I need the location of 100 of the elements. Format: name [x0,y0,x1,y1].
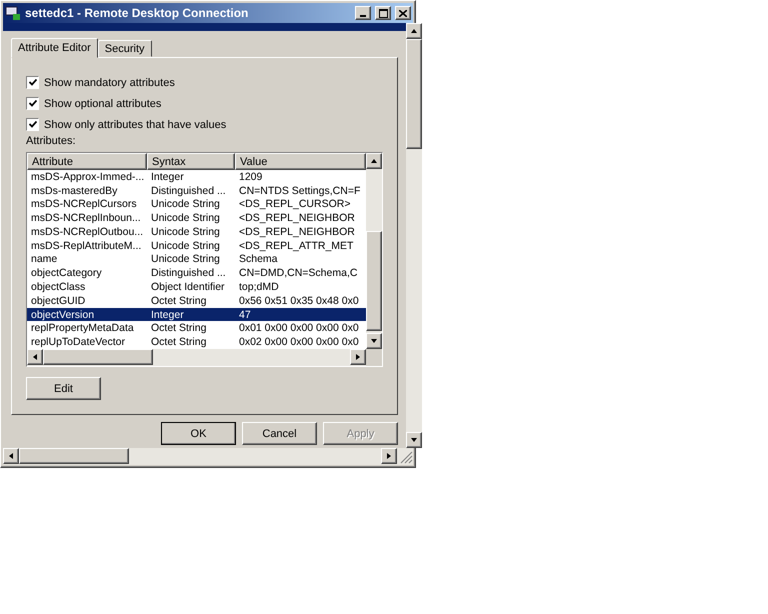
table-cell-text: replUpToDateVector [30,336,126,348]
table-cell-text: 0x02 0x00 0x00 0x00 0x0 [238,336,360,348]
table-cell-text: Octet String [150,336,208,348]
table-cell-text: Octet String [150,322,208,334]
scroll-down-button[interactable] [406,432,422,448]
table-cell-text: msDS-NCReplOutbou... [30,226,144,238]
scroll-left-button[interactable] [27,349,43,365]
remote-desktop-icon [5,5,21,21]
list-row[interactable]: objectVersion Integer 47 [27,308,366,322]
table-cell-text: Integer [150,170,185,183]
table-cell-text: Schema [238,253,279,266]
table-cell-text: name [30,253,58,266]
table-cell-text: CN=NTDS Settings,CN=F [238,184,362,197]
list-row[interactable]: msDS-NCReplOutbou... Unicode String <DS_REPL_NEIGHBOR [27,225,366,239]
list-row[interactable]: replPropertyMetaData Octet String 0x01 0x00 0x00 0x00 0x0 [27,321,366,336]
triangle-up-icon [410,27,418,35]
checkbox[interactable] [26,118,39,131]
table-cell-text: <DS_REPL_NEIGHBOR [238,226,356,238]
triangle-up-icon [370,157,378,165]
table-cell-text: objectGUID [30,294,86,307]
dialog-button[interactable]: Cancel [242,422,317,445]
checkbox-label: Show only attributes that have values [44,118,226,130]
horizontal-scrollbar[interactable] [3,448,413,465]
scrollbar-corner [366,349,382,366]
table-cell-text: Unicode String [150,253,221,266]
scroll-up-button[interactable] [366,153,382,169]
table-cell-text: Octet String [150,294,208,307]
column-header[interactable]: Attribute [27,153,147,170]
scroll-thumb[interactable] [366,231,382,331]
table-cell-text: msDS-Approx-Immed-... [30,170,146,183]
tab[interactable]: Security [98,40,152,57]
table-cell-text: <DS_REPL_CURSOR> [238,198,352,210]
list-row[interactable]: objectClass Object Identifier top;dMD [27,280,366,294]
list-row[interactable]: objectGUID Octet String 0x56 0x51 0x35 0x48 0x0 [27,294,366,308]
table-cell-text: 1209 [238,170,264,183]
maximize-icon [378,8,388,18]
attributes-label: Attributes: [26,135,77,147]
column-header[interactable]: Value [235,153,366,170]
checkmark-icon [28,100,36,107]
vertical-scrollbar[interactable] [406,23,422,448]
table-cell-text: Unicode String [150,226,221,238]
column-header[interactable]: Syntax [147,153,235,170]
list-row[interactable]: msDS-NCReplInboun... Unicode String <DS_REPL_NEIGHBOR [27,211,366,226]
table-cell-text: CN=DMD,CN=Schema,C [238,267,358,280]
table-cell-text: msDs-masteredBy [30,184,118,197]
checkmark-icon [28,79,36,86]
checkbox-label: Show optional attributes [44,98,162,110]
checkbox[interactable] [26,97,39,110]
list-row[interactable]: name Unicode String Schema [27,252,366,266]
table-cell-text: Distinguished ... [150,267,227,280]
scroll-thumb[interactable] [43,349,153,365]
table-cell-text: objectCategory [30,267,103,280]
scroll-thumb[interactable] [19,448,129,464]
triangle-left-icon [31,353,39,361]
scroll-down-button[interactable] [366,333,382,349]
triangle-right-icon [385,452,393,460]
triangle-right-icon [354,353,362,361]
minimize-button[interactable] [355,6,371,20]
table-cell-text: Object Identifier [150,281,226,293]
list-row[interactable]: msDs-masteredBy Distinguished ... CN=NTDS Settings,CN=F [27,184,366,198]
table-cell-text: msDS-ReplAttributeM... [30,240,142,252]
checkbox[interactable] [26,76,39,89]
scroll-right-button[interactable] [350,349,366,365]
table-cell-text: objectVersion [30,308,96,321]
table-cell-text: <DS_REPL_NEIGHBOR [238,212,356,224]
scroll-up-button[interactable] [406,23,422,39]
table-cell-text: Distinguished ... [150,184,227,197]
close-icon [399,10,407,16]
dialog-button[interactable]: OK [161,422,236,445]
table-cell-text: Unicode String [150,212,221,224]
scroll-right-button[interactable] [381,448,397,464]
checkmark-icon [28,121,36,128]
table-cell-text: Unicode String [150,198,221,210]
triangle-down-icon [370,337,378,345]
list-row[interactable]: msDS-ReplAttributeM... Unicode String <DS_REPL_ATTR_MET [27,238,366,253]
table-cell-text: 0x01 0x00 0x00 0x00 0x0 [238,322,360,334]
table-cell-text: 47 [238,308,252,321]
horizontal-scrollbar[interactable] [27,349,382,366]
list-row[interactable]: replUpToDateVector Octet String 0x02 0x00 0x00 0x00 0x0 [27,335,366,349]
list-row[interactable]: objectCategory Distinguished ... CN=DMD,CN=Schema,C [27,266,366,280]
scroll-thumb[interactable] [406,39,422,149]
list-row[interactable]: msDS-Approx-Immed-... Integer 1209 [27,170,366,184]
table-cell-text: Integer [150,308,185,321]
checkbox-label: Show mandatory attributes [44,76,175,88]
table-cell-text: 0x56 0x51 0x35 0x48 0x0 [238,294,360,307]
table-cell-text: msDS-NCReplInboun... [30,212,142,224]
triangle-left-icon [7,452,15,460]
edit-button[interactable]: Edit [26,377,101,400]
tab[interactable]: Attribute Editor [11,38,98,58]
table-cell-text: Unicode String [150,240,221,252]
vertical-scrollbar[interactable] [366,153,382,349]
maximize-button[interactable] [375,6,391,20]
table-cell-text: msDS-NCReplCursors [30,198,138,210]
scroll-left-button[interactable] [3,448,19,464]
table-cell-text: objectClass [30,281,86,293]
window-title: settedc1 - Remote Desktop Connection [25,6,250,20]
table-cell-text: <DS_REPL_ATTR_MET [238,240,354,252]
close-button[interactable] [395,6,411,20]
table-cell-text: top;dMD [238,281,280,293]
list-row[interactable]: msDS-NCReplCursors Unicode String <DS_REPL_CURSOR> [27,198,366,212]
